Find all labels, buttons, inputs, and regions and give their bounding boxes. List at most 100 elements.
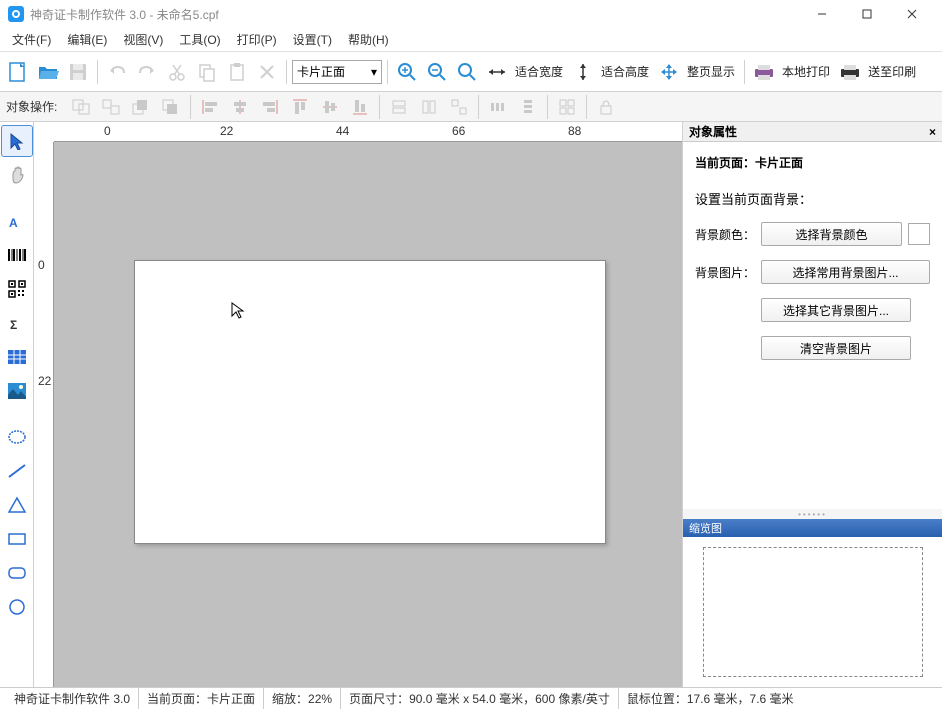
canvas-page[interactable] <box>134 260 606 544</box>
open-button[interactable] <box>34 58 62 86</box>
page-selector-dropdown[interactable]: 卡片正面 ▾ <box>292 60 382 84</box>
align-left-button[interactable] <box>196 93 224 121</box>
zoom-reset-button[interactable] <box>453 58 481 86</box>
status-size: 页面尺寸：90.0 毫米 x 54.0 毫米，600 像素/英寸 <box>341 688 619 709</box>
maximize-button[interactable] <box>844 0 889 28</box>
cut-button[interactable] <box>163 58 191 86</box>
properties-panel-title: 对象属性 <box>689 123 737 140</box>
separator <box>190 95 191 119</box>
close-button[interactable] <box>889 0 934 28</box>
window-title: 神奇证卡制作软件 3.0 - 未命名5.cpf <box>30 6 219 23</box>
fit-width-label[interactable]: 适合宽度 <box>515 63 563 80</box>
circle-tool[interactable] <box>1 591 33 623</box>
paste-button[interactable] <box>223 58 251 86</box>
align-bottom-button[interactable] <box>346 93 374 121</box>
new-button[interactable] <box>4 58 32 86</box>
ruler-tick: 0 <box>38 258 45 272</box>
bg-image-label: 背景图片： <box>695 264 755 281</box>
send-print-icon[interactable] <box>836 58 864 86</box>
sigma-tool[interactable]: Σ <box>1 307 33 339</box>
dist-v-button[interactable] <box>514 93 542 121</box>
canvas-background[interactable] <box>54 142 682 687</box>
text-tool[interactable]: A <box>1 205 33 237</box>
status-zoom: 缩放：22% <box>264 688 341 709</box>
send-print-label[interactable]: 送至印刷 <box>868 63 916 80</box>
same-width-button[interactable] <box>385 93 413 121</box>
layout-button[interactable] <box>553 93 581 121</box>
table-tool[interactable] <box>1 341 33 373</box>
main-area: A Σ 0 22 44 66 88 0 22 <box>0 122 942 687</box>
properties-panel: 对象属性 × 当前页面：卡片正面 设置当前页面背景： 背景颜色： 选择背景颜色 … <box>682 122 942 687</box>
fit-height-icon[interactable] <box>569 58 597 86</box>
same-size-button[interactable] <box>445 93 473 121</box>
menu-file[interactable]: 文件(F) <box>4 29 59 50</box>
ruler-tick: 0 <box>104 124 111 138</box>
object-toolbar: 对象操作: <box>0 92 942 122</box>
chevron-down-icon: ▾ <box>371 65 377 79</box>
align-top-button[interactable] <box>286 93 314 121</box>
minimize-button[interactable] <box>799 0 844 28</box>
hand-tool[interactable] <box>1 159 33 191</box>
same-height-button[interactable] <box>415 93 443 121</box>
full-page-label[interactable]: 整页显示 <box>687 63 735 80</box>
fit-width-icon[interactable] <box>483 58 511 86</box>
align-right-button[interactable] <box>256 93 284 121</box>
panel-resize-grip[interactable]: •••••• <box>683 509 942 519</box>
separator <box>379 95 380 119</box>
bg-color-swatch[interactable] <box>908 223 930 245</box>
select-tool[interactable] <box>1 125 33 157</box>
align-center-h-button[interactable] <box>226 93 254 121</box>
clear-bg-button[interactable]: 清空背景图片 <box>761 336 911 360</box>
close-icon[interactable]: × <box>929 125 936 139</box>
separator <box>387 60 388 84</box>
rectangle-tool[interactable] <box>1 523 33 555</box>
zoom-out-button[interactable] <box>423 58 451 86</box>
status-mouse: 鼠标位置：17.6 毫米，7.6 毫米 <box>619 688 802 709</box>
line-tool[interactable] <box>1 455 33 487</box>
copy-button[interactable] <box>193 58 221 86</box>
status-page: 当前页面：卡片正面 <box>139 688 264 709</box>
rounded-rect-tool[interactable] <box>1 557 33 589</box>
redo-button[interactable] <box>133 58 161 86</box>
local-print-icon[interactable] <box>750 58 778 86</box>
choose-bg-color-button[interactable]: 选择背景颜色 <box>761 222 902 246</box>
separator <box>286 60 287 84</box>
menu-edit[interactable]: 编辑(E) <box>59 29 115 50</box>
menu-settings[interactable]: 设置(T) <box>285 29 340 50</box>
choose-other-bg-button[interactable]: 选择其它背景图片... <box>761 298 911 322</box>
save-button[interactable] <box>64 58 92 86</box>
full-page-icon[interactable] <box>655 58 683 86</box>
menu-view[interactable]: 视图(V) <box>115 29 171 50</box>
menu-print[interactable]: 打印(P) <box>229 29 285 50</box>
bring-front-button[interactable] <box>127 93 155 121</box>
image-tool[interactable] <box>1 375 33 407</box>
separator <box>478 95 479 119</box>
ruler-horizontal: 0 22 44 66 88 <box>54 122 682 142</box>
undo-button[interactable] <box>103 58 131 86</box>
qrcode-tool[interactable] <box>1 273 33 305</box>
ruler-tick: 22 <box>38 374 51 388</box>
ruler-vertical: 0 22 <box>34 142 54 687</box>
send-back-button[interactable] <box>157 93 185 121</box>
ungroup-button[interactable] <box>97 93 125 121</box>
zoom-in-button[interactable] <box>393 58 421 86</box>
local-print-label[interactable]: 本地打印 <box>782 63 830 80</box>
group-button[interactable] <box>67 93 95 121</box>
thumbnail-preview[interactable] <box>703 547 923 677</box>
app-icon <box>8 6 24 22</box>
triangle-tool[interactable] <box>1 489 33 521</box>
align-center-v-button[interactable] <box>316 93 344 121</box>
lock-button[interactable] <box>592 93 620 121</box>
dist-h-button[interactable] <box>484 93 512 121</box>
ruler-tick: 44 <box>336 124 349 138</box>
menu-tools[interactable]: 工具(O) <box>171 29 228 50</box>
statusbar: 神奇证卡制作软件 3.0 当前页面：卡片正面 缩放：22% 页面尺寸：90.0 … <box>0 687 942 709</box>
choose-common-bg-button[interactable]: 选择常用背景图片... <box>761 260 930 284</box>
menu-help[interactable]: 帮助(H) <box>340 29 397 50</box>
fit-height-label[interactable]: 适合高度 <box>601 63 649 80</box>
barcode-tool[interactable] <box>1 239 33 271</box>
status-app: 神奇证卡制作软件 3.0 <box>6 688 139 709</box>
titlebar: 神奇证卡制作软件 3.0 - 未命名5.cpf <box>0 0 942 28</box>
ellipse-shape-tool[interactable] <box>1 421 33 453</box>
delete-button[interactable] <box>253 58 281 86</box>
